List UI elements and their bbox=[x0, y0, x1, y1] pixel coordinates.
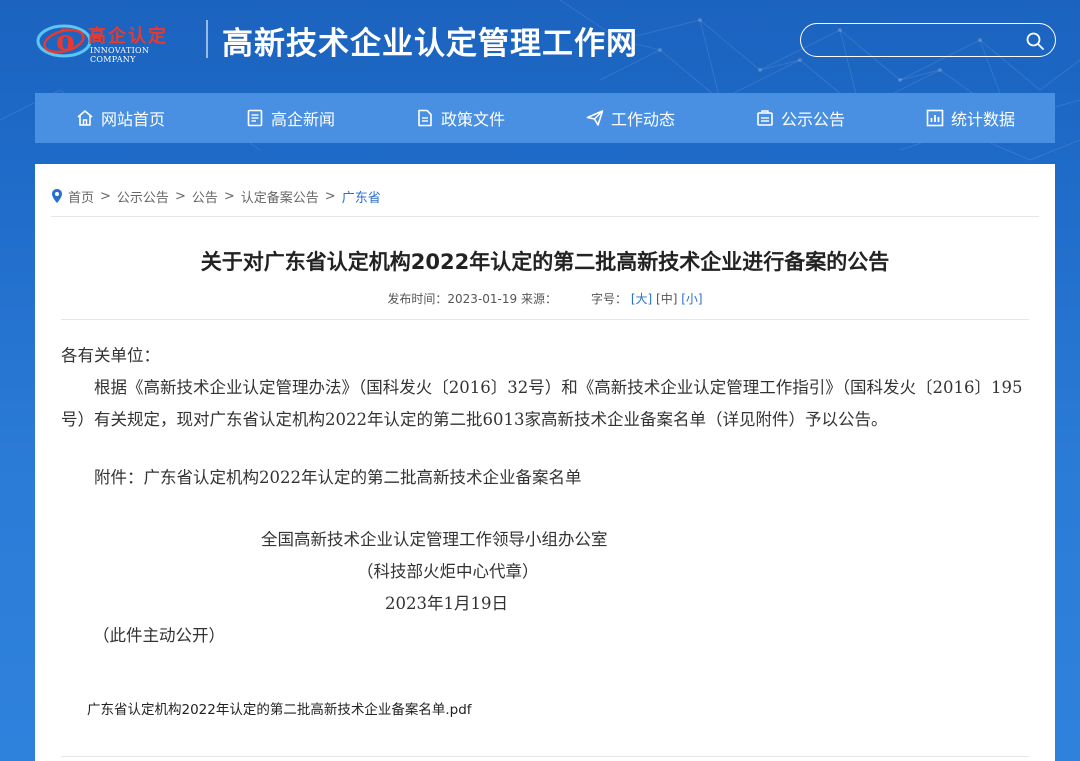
home-icon bbox=[77, 110, 93, 126]
nav-item-label: 政策文件 bbox=[440, 110, 505, 129]
public-note: （此件主动公开） bbox=[93, 626, 225, 645]
document-icon bbox=[418, 109, 432, 127]
nav-item-announcements[interactable]: 公示公告 bbox=[715, 93, 885, 143]
nav-item-statistics[interactable]: 统计数据 bbox=[885, 93, 1055, 143]
breadcrumb-separator: > bbox=[174, 188, 186, 204]
logo-text-en: INNOVATION COMPANY bbox=[90, 46, 150, 64]
nav-item-label: 工作动态 bbox=[610, 110, 675, 129]
search-input[interactable] bbox=[815, 30, 1015, 50]
article-body: 各有关单位： 根据《高新技术企业认定管理办法》（国科发火〔2016〕32号）和《… bbox=[61, 340, 1029, 652]
signature-seal: （科技部火炬中心代章） bbox=[357, 562, 539, 581]
site-logo[interactable]: ō 高企认定 INNOVATION COMPANY bbox=[36, 14, 196, 64]
main-nav: 网站首页 高企新闻 政策文件 工作动态 公示公告 统计数据 bbox=[35, 93, 1055, 143]
nav-item-policy[interactable]: 政策文件 bbox=[375, 93, 545, 143]
nav-item-news[interactable]: 高企新闻 bbox=[205, 93, 375, 143]
breadcrumb-separator: > bbox=[324, 188, 336, 204]
nav-item-work-updates[interactable]: 工作动态 bbox=[545, 93, 715, 143]
site-title: 高新技术企业认定管理工作网 bbox=[222, 26, 638, 62]
location-pin-icon bbox=[52, 189, 62, 203]
font-size-medium-button[interactable]: [中] bbox=[656, 292, 677, 306]
signature-org: 全国高新技术企业认定管理工作领导小组办公室 bbox=[261, 530, 608, 549]
publish-info: 发布时间：2023-01-19 来源： bbox=[387, 292, 557, 306]
breadcrumb-separator: > bbox=[100, 188, 111, 204]
news-icon bbox=[247, 109, 263, 127]
announcement-icon bbox=[757, 110, 773, 126]
nav-item-home[interactable]: 网站首页 bbox=[35, 93, 205, 143]
nav-item-label: 高企新闻 bbox=[270, 110, 335, 129]
divider bbox=[61, 756, 1029, 757]
nav-item-label: 统计数据 bbox=[950, 110, 1015, 129]
font-size-large-button[interactable]: [大] bbox=[631, 292, 652, 306]
breadcrumb-home[interactable]: 首页 bbox=[68, 187, 94, 206]
breadcrumb-announcements[interactable]: 公示公告 bbox=[117, 187, 169, 206]
font-size-small-button[interactable]: [小] bbox=[681, 292, 702, 306]
attachment-note: 附件：广东省认定机构2022年认定的第二批高新技术企业备案名单 bbox=[94, 468, 582, 487]
chart-icon bbox=[926, 109, 944, 127]
logo-swirl-icon: ō bbox=[36, 24, 92, 58]
svg-text:ō: ō bbox=[56, 24, 75, 57]
signature-date: 2023年1月19日 bbox=[385, 594, 508, 613]
breadcrumb: 首页 > 公示公告 > 公告 > 认定备案公告 > 广东省 bbox=[51, 186, 381, 206]
send-icon bbox=[586, 110, 604, 126]
salutation: 各有关单位： bbox=[61, 346, 160, 365]
site-header: ō 高企认定 INNOVATION COMPANY 高新技术企业认定管理工作网 bbox=[0, 0, 1080, 80]
search-box bbox=[800, 23, 1056, 57]
attachment-pdf-link[interactable]: 广东省认定机构2022年认定的第二批高新技术企业备案名单.pdf bbox=[87, 698, 472, 718]
font-size-label: 字号： bbox=[590, 292, 627, 306]
divider bbox=[61, 319, 1029, 320]
article-meta: 发布时间：2023-01-19 来源： 字号： [大] [中] [小] bbox=[35, 290, 1055, 307]
article-panel: 首页 > 公示公告 > 公告 > 认定备案公告 > 广东省 关于对广东省认定机构… bbox=[35, 164, 1055, 761]
search-icon[interactable] bbox=[1025, 31, 1045, 51]
logo-text-cn: 高企认定 bbox=[88, 26, 168, 47]
header-divider bbox=[206, 20, 208, 58]
breadcrumb-separator: > bbox=[223, 188, 235, 204]
nav-item-label: 网站首页 bbox=[100, 110, 165, 129]
article-title: 关于对广东省认定机构2022年认定的第二批高新技术企业进行备案的公告 bbox=[200, 250, 890, 274]
body-paragraph: 根据《高新技术企业认定管理办法》（国科发火〔2016〕32号）和《高新技术企业认… bbox=[61, 378, 1023, 429]
breadcrumb-current[interactable]: 广东省 bbox=[342, 187, 381, 206]
breadcrumb-notice[interactable]: 公告 bbox=[192, 187, 218, 206]
nav-item-label: 公示公告 bbox=[780, 110, 845, 129]
divider bbox=[51, 216, 1039, 217]
breadcrumb-filing-notice[interactable]: 认定备案公告 bbox=[241, 187, 319, 206]
